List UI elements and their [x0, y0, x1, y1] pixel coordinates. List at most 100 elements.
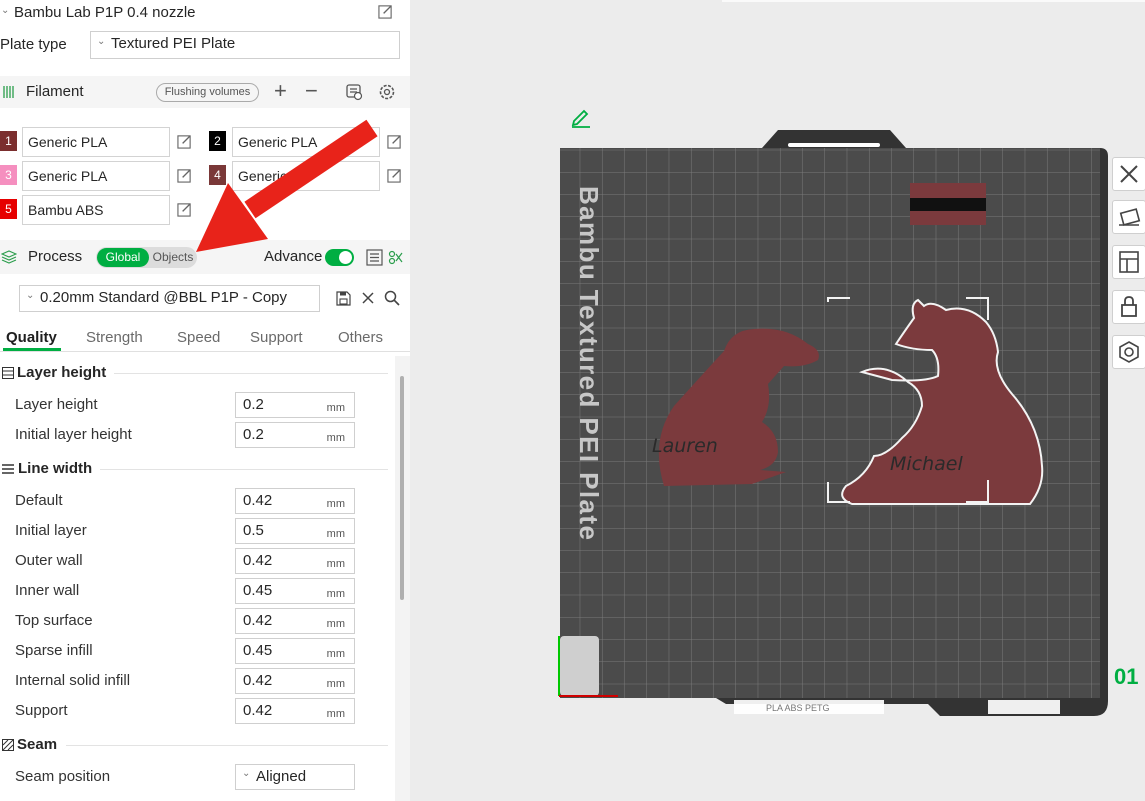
- chevron-down-icon: ⌄: [97, 36, 106, 47]
- lock-plate-button[interactable]: [1112, 290, 1145, 324]
- top-edge: [722, 0, 1145, 2]
- orient-icon: [1119, 208, 1141, 226]
- tab-others[interactable]: Others: [338, 327, 383, 349]
- filament-select-4[interactable]: Generic: [232, 161, 380, 191]
- tab-support[interactable]: Support: [250, 327, 303, 349]
- param-label: Top surface: [15, 612, 93, 629]
- edit-filament-icon[interactable]: [177, 134, 192, 149]
- plate-icon-strip: [988, 700, 1060, 714]
- arrange-icon: [1119, 251, 1139, 273]
- edit-printer-icon[interactable]: [378, 4, 393, 19]
- internal-solid-infill-width-input[interactable]: 0.42 mm: [235, 668, 355, 694]
- advance-toggle[interactable]: [325, 249, 354, 266]
- group-divider: [66, 745, 388, 746]
- filament-select-1[interactable]: Generic PLA: [22, 127, 170, 157]
- name-right-text: Michael: [890, 453, 963, 475]
- filament-swatch-2[interactable]: 2: [209, 131, 226, 151]
- top-surface-width-input[interactable]: 0.42 mm: [235, 608, 355, 634]
- param-label: Initial layer height: [15, 426, 132, 443]
- name-left-text: Lauren: [652, 435, 718, 457]
- advance-label: Advance: [264, 248, 323, 265]
- plus-icon[interactable]: +: [274, 79, 287, 103]
- plate-type-label: Plate type: [0, 36, 67, 53]
- process-preset-select[interactable]: ⌄ 0.20mm Standard @BBL P1P - Copy: [19, 285, 320, 312]
- param-label: Layer height: [15, 396, 98, 413]
- layers-icon: [1, 250, 17, 264]
- param-label: Inner wall: [15, 582, 80, 599]
- ams-sync-icon[interactable]: [345, 83, 363, 101]
- left-panel: ⌄ Bambu Lab P1P 0.4 nozzle Plate type ⌄ …: [0, 0, 410, 801]
- plate-vertical-label: Bambu Textured PEI Plate: [574, 186, 604, 541]
- tab-speed[interactable]: Speed: [177, 327, 220, 349]
- param-label: Sparse infill: [15, 642, 93, 659]
- process-preset-value: 0.20mm Standard @BBL P1P - Copy: [40, 289, 288, 306]
- global-objects-toggle[interactable]: Global Objects: [96, 247, 197, 268]
- edit-filament-icon[interactable]: [177, 168, 192, 183]
- plate-type-select[interactable]: ⌄ Textured PEI Plate: [90, 31, 400, 59]
- initial-layer-width-input[interactable]: 0.5 mm: [235, 518, 355, 544]
- objects-option[interactable]: Objects: [150, 248, 196, 267]
- param-label: Internal solid infill: [15, 672, 131, 689]
- close-icon: [1120, 165, 1138, 183]
- filament-select-3[interactable]: Generic PLA: [22, 161, 170, 191]
- param-label: Initial layer: [15, 522, 87, 539]
- flushing-volumes-button[interactable]: Flushing volumes: [156, 83, 259, 102]
- plate-settings-button[interactable]: [1112, 335, 1145, 369]
- group-title-line-width: Line width: [18, 460, 93, 477]
- default-line-width-input[interactable]: 0.42 mm: [235, 488, 355, 514]
- compare-list-icon[interactable]: [366, 249, 383, 266]
- group-title-layer-height: Layer height: [17, 364, 107, 381]
- param-label: Outer wall: [15, 552, 83, 569]
- hexagon-gear-icon: [1119, 341, 1139, 363]
- lock-icon: [1121, 296, 1137, 317]
- initial-layer-height-input[interactable]: 0.2 mm: [235, 422, 355, 448]
- param-label: Default: [15, 492, 63, 509]
- auto-orient-button[interactable]: [1112, 200, 1145, 234]
- printer-select[interactable]: Bambu Lab P1P 0.4 nozzle: [14, 3, 196, 23]
- build-plate[interactable]: Bambu Textured PEI Plate Lauren Michael …: [556, 126, 1116, 718]
- support-width-input[interactable]: 0.42 mm: [235, 698, 355, 724]
- plate-filament-label: PLA ABS PETG: [766, 703, 830, 713]
- global-option[interactable]: Global: [97, 248, 149, 267]
- purge-stripe: [910, 198, 986, 211]
- plate-number[interactable]: 01: [1114, 664, 1138, 690]
- toggle-knob: [339, 251, 352, 264]
- close-icon[interactable]: [362, 292, 374, 304]
- search-icon[interactable]: [384, 290, 400, 306]
- group-divider: [100, 469, 388, 470]
- gear-icon[interactable]: [378, 83, 396, 101]
- chevron-down-icon: ⌄: [26, 290, 35, 301]
- group-divider: [114, 373, 388, 374]
- chevron-down-icon[interactable]: ⌄: [1, 5, 9, 16]
- outer-wall-width-input[interactable]: 0.42 mm: [235, 548, 355, 574]
- chevron-down-icon: ⌄: [242, 768, 251, 779]
- filament-swatch-5[interactable]: 5: [0, 199, 17, 219]
- split-view-icon[interactable]: [388, 250, 403, 265]
- plate-notch-mark: [788, 143, 880, 147]
- sparse-infill-width-input[interactable]: 0.45 mm: [235, 638, 355, 664]
- edit-filament-icon[interactable]: [387, 134, 402, 149]
- corner-tab: [560, 636, 599, 696]
- pencil-icon[interactable]: [570, 106, 592, 128]
- process-title: Process: [28, 248, 83, 265]
- delete-plate-button[interactable]: [1112, 157, 1145, 191]
- filament-swatch-1[interactable]: 1: [0, 131, 17, 151]
- filament-swatch-4[interactable]: 4: [209, 165, 226, 185]
- arrange-button[interactable]: [1112, 245, 1145, 279]
- scrollbar-thumb[interactable]: [400, 376, 404, 600]
- filament-select-5[interactable]: Bambu ABS: [22, 195, 170, 225]
- inner-wall-width-input[interactable]: 0.45 mm: [235, 578, 355, 604]
- seam-position-select[interactable]: ⌄ Aligned: [235, 764, 355, 790]
- tab-divider: [0, 351, 410, 352]
- viewport-3d[interactable]: Bambu Textured PEI Plate Lauren Michael …: [410, 0, 1145, 801]
- minus-icon[interactable]: −: [305, 79, 318, 103]
- edit-filament-icon[interactable]: [387, 168, 402, 183]
- save-icon[interactable]: [336, 291, 351, 306]
- filament-select-2[interactable]: Generic PLA: [232, 127, 380, 157]
- edit-filament-icon[interactable]: [177, 202, 192, 217]
- layer-height-input[interactable]: 0.2 mm: [235, 392, 355, 418]
- tab-strength[interactable]: Strength: [86, 327, 143, 349]
- tab-quality[interactable]: Quality: [6, 327, 57, 349]
- filament-title: Filament: [26, 83, 84, 100]
- filament-swatch-3[interactable]: 3: [0, 165, 17, 185]
